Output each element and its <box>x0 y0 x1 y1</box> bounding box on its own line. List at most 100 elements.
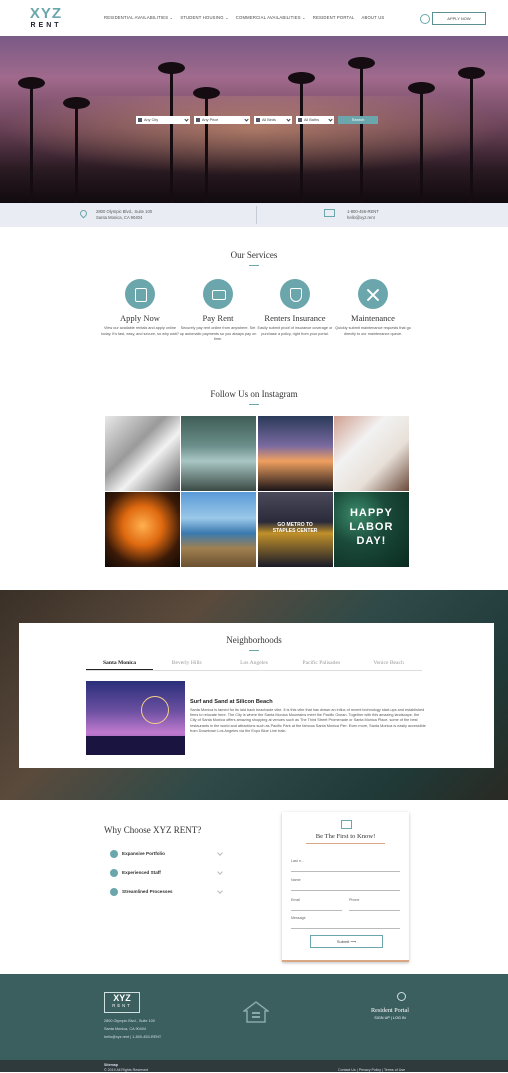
message-label: Message <box>291 916 306 920</box>
services-heading: Our Services <box>230 250 278 260</box>
nav-student-housing[interactable]: STUDENT HOUSING ⌄ <box>180 15 228 20</box>
portal-links[interactable]: SIGN UP | LOG IN <box>366 1016 414 1020</box>
form-title-underline <box>306 843 385 844</box>
service-title: Renters Insurance <box>264 313 326 323</box>
service-desc: Quickly submit maintenance requests that… <box>335 326 411 336</box>
instagram-photo[interactable]: HAPPY LABOR DAY! <box>333 492 409 568</box>
nav-resident-portal[interactable]: RESIDENT PORTAL <box>313 15 355 20</box>
apply-now-button[interactable]: APPLY NOW <box>432 12 486 25</box>
city-select[interactable]: Any City <box>136 116 190 124</box>
tab-santa-monica[interactable]: Santa Monica <box>86 656 153 670</box>
metro-sign: GO METRO TO STAPLES CENTER <box>272 522 318 535</box>
site-header: XYZ RENT RESIDENTIAL AVAILABILITIES ⌄ ST… <box>0 0 508 36</box>
tools-icon <box>358 279 388 309</box>
submit-button[interactable]: Submit ⟶ <box>310 935 383 948</box>
palm-tree <box>348 57 375 203</box>
newsletter-icon <box>341 820 352 829</box>
instagram-photo[interactable] <box>105 492 180 568</box>
service-apply-now[interactable]: Apply Now View our available rentals and… <box>97 279 183 337</box>
phone-field[interactable] <box>349 910 400 911</box>
neighborhood-description: Santa Monica is famed for its laid back … <box>190 708 426 733</box>
logo-xyz: XYZ <box>29 5 63 22</box>
footer-address-line-2: Santa Monica, CA 90404 <box>104 1027 147 1031</box>
form-title: Be The First to Know! <box>315 833 376 840</box>
footer-logo[interactable]: XYZ RENT <box>104 992 140 1013</box>
heading-underline <box>249 265 259 266</box>
service-title: Apply Now <box>120 313 160 323</box>
baths-select[interactable]: All Baths <box>296 116 334 124</box>
instagram-heading: Follow Us on Instagram <box>210 389 298 399</box>
price-select[interactable]: Any Price <box>194 116 250 124</box>
contact-strip <box>0 203 508 227</box>
service-desc: Easily submit proof of insurance coverag… <box>257 326 333 336</box>
service-renters-insurance[interactable]: Renters Insurance Easily submit proof of… <box>252 279 338 337</box>
tab-los-angeles[interactable]: Los Angeles <box>221 656 288 670</box>
address-line-2: Santa Monica, CA 90404 <box>96 214 143 220</box>
instagram-photo[interactable]: GO METRO TO STAPLES CENTER <box>257 492 333 568</box>
email-label: Email <box>291 898 300 902</box>
pier-silhouette <box>86 736 185 755</box>
copyright-text: © 2019 All Rights Reserved <box>104 1067 148 1072</box>
nav-residential[interactable]: RESIDENTIAL AVAILABILITIES ⌄ <box>104 15 173 20</box>
instagram-photo[interactable] <box>181 492 257 568</box>
site-logo[interactable]: XYZ RENT <box>24 5 68 30</box>
palm-tree <box>18 77 45 203</box>
name-field[interactable] <box>291 890 400 891</box>
resident-portal-icon <box>397 992 406 1001</box>
palm-tree <box>158 62 185 203</box>
address-line-1: 2800 Olympic Blvd., Suite 100 <box>96 209 153 214</box>
palm-tree <box>193 87 220 203</box>
check-icon <box>110 869 118 877</box>
chevron-down-icon <box>217 888 223 894</box>
heading-underline <box>249 650 259 651</box>
application-icon <box>125 279 155 309</box>
search-button[interactable]: Search <box>338 116 378 124</box>
email-link[interactable]: hello@xyz.rent <box>347 215 379 221</box>
strip-contact: 1-800-456-RENT hello@xyz.rent <box>347 209 379 220</box>
phone-label: Phone <box>349 898 360 902</box>
footer-bottom-bar <box>0 1060 508 1072</box>
check-icon <box>110 888 118 896</box>
neighborhood-tabs: Santa Monica Beverly Hills Los Angeles P… <box>86 656 422 671</box>
resident-portal-title: Resident Portal <box>371 1007 409 1014</box>
email-field[interactable] <box>291 910 342 911</box>
accordion-expansive-portfolio[interactable]: Expansive Portfolio <box>110 849 223 859</box>
service-pay-rent[interactable]: Pay Rent Securely pay rent online from a… <box>175 279 261 343</box>
chevron-down-icon <box>217 869 223 875</box>
tab-venice-beach[interactable]: Venice Beach <box>355 656 422 670</box>
instagram-photo[interactable] <box>333 416 409 491</box>
tab-pacific-palisades[interactable]: Pacific Palisades <box>288 656 355 670</box>
user-icon[interactable] <box>420 14 430 24</box>
service-title: Pay Rent <box>202 313 234 323</box>
heading-underline <box>249 404 259 405</box>
ferris-wheel <box>141 696 169 724</box>
main-nav: RESIDENTIAL AVAILABILITIES ⌄ STUDENT HOU… <box>104 15 384 20</box>
neighborhoods-heading: Neighborhoods <box>226 635 282 645</box>
accordion-streamlined-processes[interactable]: Streamlined Processes <box>110 887 223 897</box>
last-name-field[interactable] <box>291 871 400 872</box>
nav-commercial[interactable]: COMMERCIAL AVAILABILITIES ⌄ <box>236 15 306 20</box>
last-name-label: Last n... <box>291 859 304 863</box>
footer-address-line-1: 2800 Olympic Blvd., Suite 100 <box>104 1019 155 1023</box>
palm-tree <box>408 82 435 203</box>
accordion-label: Experienced Staff <box>122 870 161 875</box>
palm-tree <box>288 72 315 203</box>
footer-contact[interactable]: hello@xyz.rent | 1-800-453-RENT <box>104 1033 161 1041</box>
instagram-photo[interactable] <box>181 416 257 491</box>
message-field[interactable] <box>291 928 400 929</box>
tab-beverly-hills[interactable]: Beverly Hills <box>153 656 220 670</box>
footer-logo-xyz: XYZ <box>113 993 131 1003</box>
check-icon <box>110 850 118 858</box>
beds-select[interactable]: All Beds <box>254 116 292 124</box>
phone-link[interactable]: 1-800-456-RENT <box>347 209 379 215</box>
accordion-experienced-staff[interactable]: Experienced Staff <box>110 868 223 878</box>
instagram-photo[interactable] <box>105 416 180 491</box>
service-desc: Securely pay rent online from anywhere. … <box>179 326 257 341</box>
service-maintenance[interactable]: Maintenance Quickly submit maintenance r… <box>330 279 416 337</box>
instagram-photo[interactable] <box>257 416 333 491</box>
why-choose-heading: Why Choose XYZ RENT? <box>104 825 202 835</box>
santa-monica-pier-photo <box>86 681 185 755</box>
nav-about-us[interactable]: ABOUT US <box>361 15 384 20</box>
shield-icon <box>280 279 310 309</box>
palm-tree <box>458 67 485 203</box>
